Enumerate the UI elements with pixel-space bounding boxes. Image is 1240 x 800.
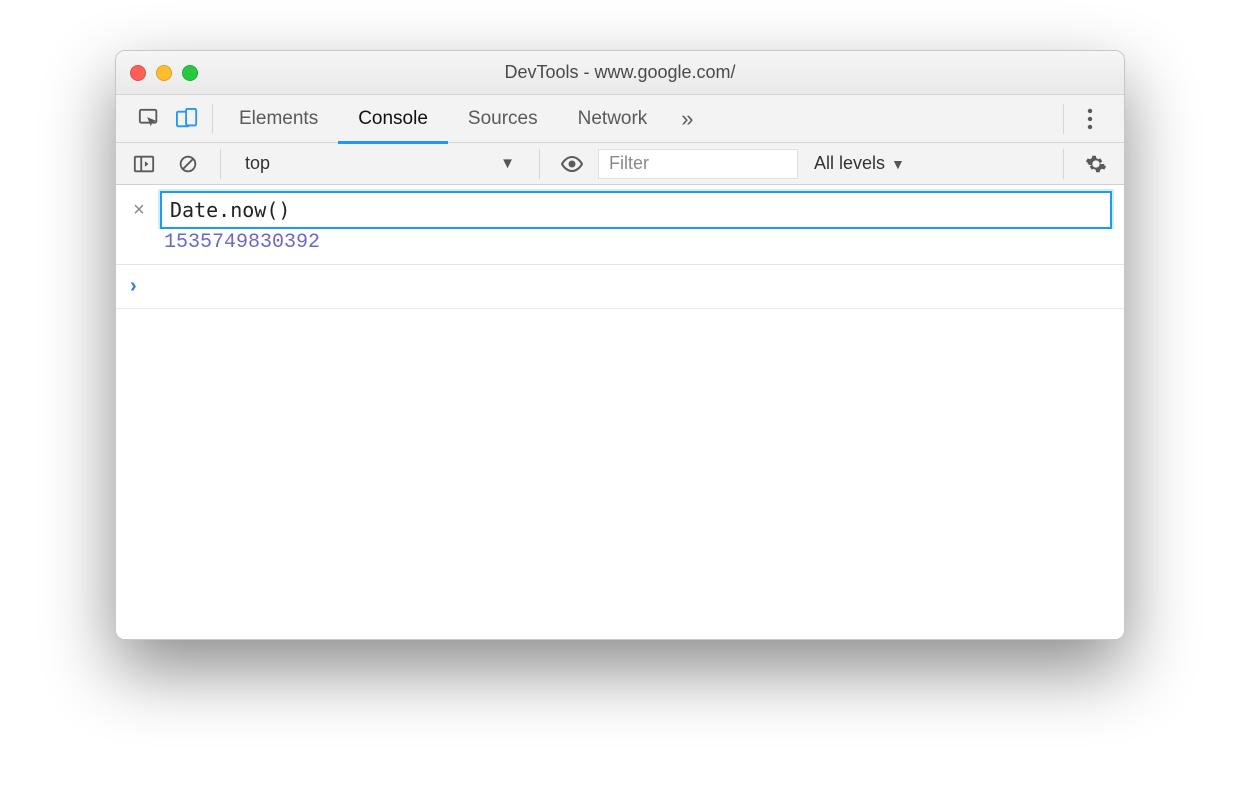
close-window-button[interactable]: [130, 65, 146, 81]
eager-expression-input[interactable]: [160, 191, 1112, 229]
traffic-lights: [130, 65, 198, 81]
separator: [1063, 149, 1064, 179]
console-toolbar: top ▼ All levels ▼: [116, 143, 1124, 185]
zoom-window-button[interactable]: [182, 65, 198, 81]
context-label: top: [245, 153, 270, 174]
devtools-menu-button[interactable]: [1070, 108, 1110, 130]
inspect-icon: [138, 108, 160, 130]
console-body: × 1535749830392 ›: [116, 185, 1124, 639]
separator: [539, 149, 540, 179]
eye-icon: [560, 152, 584, 176]
separator: [1063, 104, 1064, 134]
tabs-overflow-button[interactable]: »: [667, 106, 707, 132]
chevron-down-icon: ▼: [891, 156, 905, 172]
eager-evaluation-row: ×: [116, 185, 1124, 229]
toggle-console-sidebar-button[interactable]: [126, 153, 162, 175]
ban-icon: [177, 153, 199, 175]
dismiss-eager-button[interactable]: ×: [128, 191, 150, 222]
device-toggle-button[interactable]: [168, 108, 206, 130]
sidebar-icon: [133, 153, 155, 175]
chevron-down-icon: ▼: [500, 155, 515, 172]
console-input[interactable]: [149, 276, 1110, 298]
tab-label: Console: [358, 108, 428, 130]
kebab-icon: [1087, 108, 1093, 130]
live-expression-button[interactable]: [554, 152, 590, 176]
minimize-window-button[interactable]: [156, 65, 172, 81]
tab-network[interactable]: Network: [558, 95, 668, 143]
filter-input[interactable]: [598, 149, 798, 179]
console-prompt-row[interactable]: ›: [116, 265, 1124, 309]
tab-label: Elements: [239, 108, 318, 130]
log-levels-select[interactable]: All levels ▼: [806, 153, 913, 174]
console-settings-button[interactable]: [1078, 153, 1114, 175]
execution-context-select[interactable]: top ▼: [235, 148, 525, 180]
inspect-element-button[interactable]: [130, 108, 168, 130]
tab-elements[interactable]: Elements: [219, 95, 338, 143]
levels-label: All levels: [814, 153, 885, 174]
eager-evaluation-result: 1535749830392: [116, 229, 1124, 265]
tab-label: Network: [578, 108, 648, 130]
tab-sources[interactable]: Sources: [448, 95, 558, 143]
devtools-window: DevTools - www.google.com/ Elements Cons…: [115, 50, 1125, 640]
gear-icon: [1085, 153, 1107, 175]
tab-label: Sources: [468, 108, 538, 130]
devtools-tabbar: Elements Console Sources Network »: [116, 95, 1124, 143]
device-icon: [176, 108, 198, 130]
separator: [212, 104, 213, 134]
tab-console[interactable]: Console: [338, 95, 448, 143]
separator: [220, 149, 221, 179]
overflow-icon: »: [681, 106, 693, 132]
window-title: DevTools - www.google.com/: [116, 62, 1124, 83]
clear-console-button[interactable]: [170, 153, 206, 175]
prompt-chevron-icon: ›: [130, 275, 137, 298]
titlebar: DevTools - www.google.com/: [116, 51, 1124, 95]
